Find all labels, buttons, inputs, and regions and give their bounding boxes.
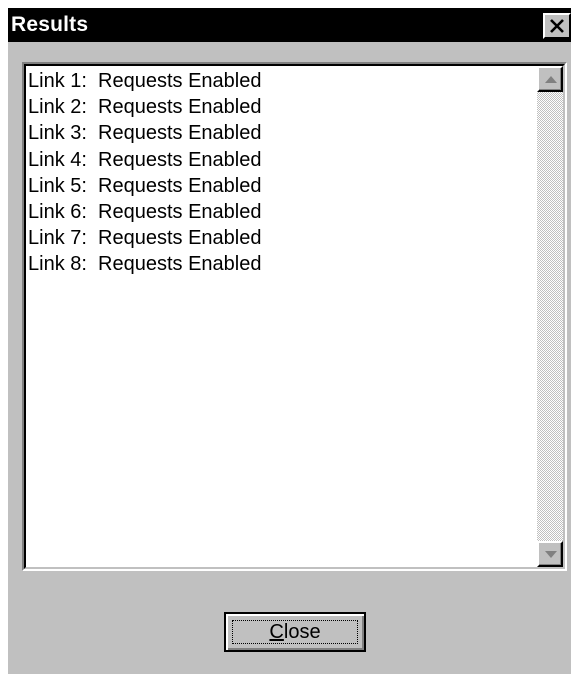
list-item[interactable]: Link 3: Requests Enabled [28,120,528,146]
results-dialog: Results Link 1: Requests Enabled Link 2:… [6,6,571,674]
results-listbox[interactable]: Link 1: Requests Enabled Link 2: Request… [24,64,565,569]
scroll-up-button[interactable] [537,66,563,92]
list-item[interactable]: Link 8: Requests Enabled [28,251,528,277]
arrow-down-icon [545,551,557,558]
list-item[interactable]: Link 4: Requests Enabled [28,147,528,173]
close-button[interactable]: Close [224,612,366,652]
dialog-title: Results [11,13,89,36]
close-button-mnemonic: C [269,621,284,643]
results-list: Link 1: Requests Enabled Link 2: Request… [28,68,528,278]
list-item[interactable]: Link 6: Requests Enabled [28,199,528,225]
arrow-up-icon [545,76,557,83]
title-bar[interactable]: Results [8,8,571,42]
list-item[interactable]: Link 2: Requests Enabled [28,94,528,120]
scroll-down-button[interactable] [537,541,563,567]
close-window-button[interactable] [543,13,571,39]
list-item[interactable]: Link 5: Requests Enabled [28,173,528,199]
vertical-scrollbar[interactable] [537,66,563,567]
results-list-frame: Link 1: Requests Enabled Link 2: Request… [22,62,567,571]
list-item[interactable]: Link 1: Requests Enabled [28,68,528,94]
close-icon [550,19,564,33]
close-button-label: Close [226,621,364,643]
close-button-label-rest: lose [283,621,321,643]
list-item[interactable]: Link 7: Requests Enabled [28,225,528,251]
